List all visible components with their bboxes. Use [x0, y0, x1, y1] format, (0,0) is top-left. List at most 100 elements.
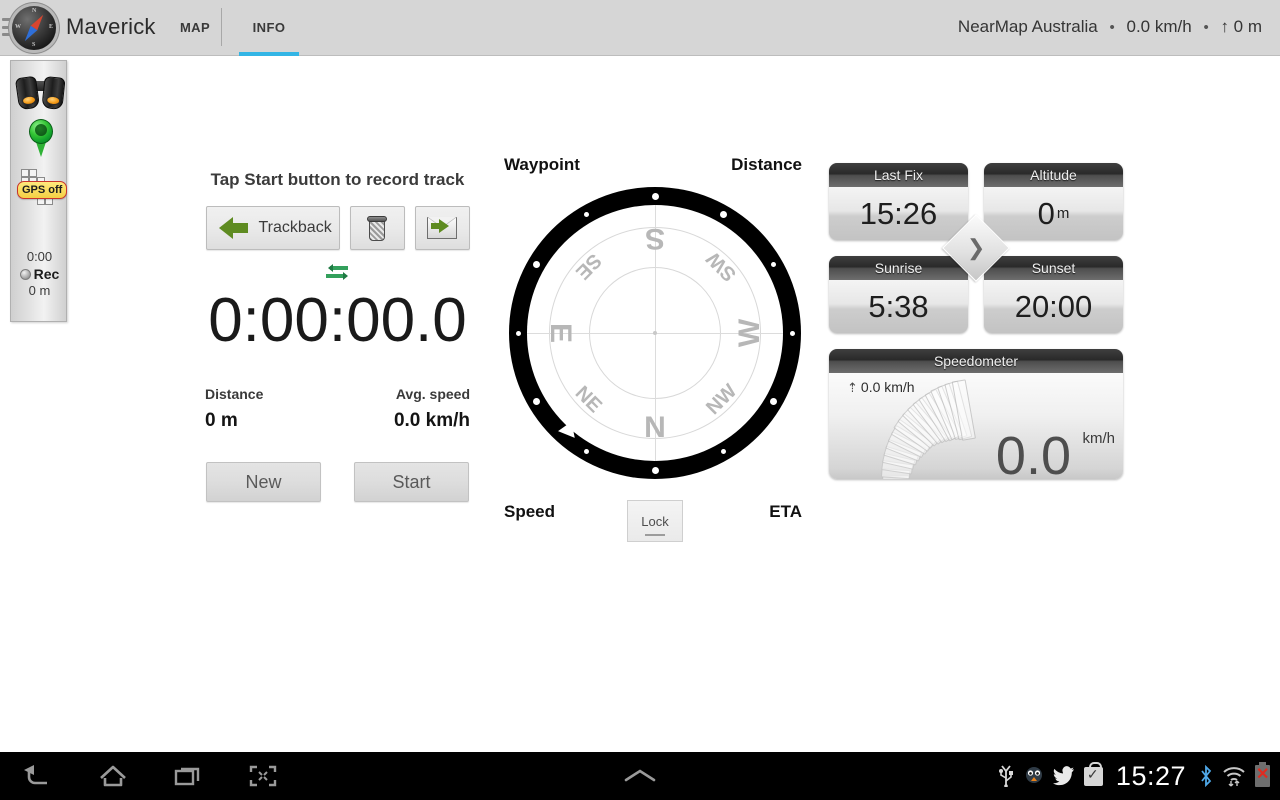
compass-bezel-pip [771, 262, 777, 267]
track-stats-row: Distance 0 m Avg. speed 0.0 km/h [195, 386, 480, 432]
compass-bezel-pip [584, 211, 589, 217]
track-action-row: New Start [195, 462, 480, 502]
play-store-check-icon[interactable]: ✓ [1083, 761, 1103, 786]
track-avgspeed-label: Avg. speed [395, 386, 470, 402]
lock-underline [645, 534, 665, 536]
left-tool-panel: GPS off 0:00 Rec 0 m [10, 60, 68, 322]
tab-bar: MAP INFO [165, 0, 299, 56]
app-title: Maverick [66, 14, 156, 39]
tab-info[interactable]: INFO [239, 0, 299, 56]
trash-icon [367, 215, 387, 241]
system-navigation-bar: ✓ 15:27 ✕ [0, 752, 1280, 800]
gps-status-badge[interactable]: GPS off [17, 181, 68, 199]
max-speed-arrow-icon: ⇡ [847, 380, 858, 395]
card-last-fix-value: 15:26 [829, 187, 968, 240]
max-speed-value: 0.0 km/h [860, 379, 915, 395]
tab-separator [221, 8, 222, 46]
system-status-icons: ✓ 15:27 ✕ [997, 752, 1270, 800]
track-avgspeed-stat: Avg. speed 0.0 km/h [394, 386, 470, 432]
tab-map-label: MAP [179, 20, 211, 35]
binoculars-icon[interactable] [14, 75, 67, 111]
track-hint-text: Tap Start button to record track [210, 170, 465, 189]
speedometer-title: Speedometer [829, 349, 1123, 373]
map-pin-icon[interactable] [29, 119, 53, 157]
topbar-altitude: ↑ 0 m [1220, 17, 1262, 36]
topbar-speed: 0.0 km/h [1126, 17, 1192, 36]
compass-waypoint-label: Waypoint [504, 155, 580, 174]
card-sunset[interactable]: Sunset 20:00 [984, 256, 1123, 333]
send-mail-icon [427, 217, 457, 239]
trackback-button[interactable]: Trackback [205, 206, 340, 250]
compass-bezel-pip [532, 398, 540, 405]
start-track-button[interactable]: Start [354, 462, 469, 502]
compass-bezel-pip [721, 449, 726, 455]
delete-track-button[interactable] [349, 206, 405, 250]
recent-apps-icon[interactable] [150, 752, 225, 800]
speedometer-gauge: ⇡ 0.0 km/h 0.0 km/h [829, 373, 1123, 479]
compass-speed-label: Speed [504, 502, 556, 521]
share-track-button[interactable] [414, 206, 470, 250]
topbar-status: NearMap Australia • 0.0 km/h • ↑ 0 m [958, 17, 1262, 37]
compass-center-dot [653, 331, 657, 335]
compass-bezel-pip [720, 210, 727, 218]
compass-icon[interactable]: N S W E [12, 6, 56, 50]
track-avgspeed-value: 0.0 km/h [393, 410, 470, 431]
chevron-up-icon[interactable] [618, 764, 662, 788]
speedometer-card[interactable]: Speedometer ⇡ 0.0 km/h 0.0 km/h [829, 349, 1123, 479]
bird-notification-icon[interactable] [1024, 765, 1044, 787]
status-separator-1: • [1109, 19, 1115, 36]
compass-dial[interactable]: N NE E SE S SW W NW [509, 187, 801, 479]
panel-rec-label: Rec [33, 266, 60, 282]
top-action-bar: N S W E Maverick MAP INFO NearMap Austra… [0, 0, 1280, 56]
card-sunrise-number: 5:38 [868, 288, 929, 324]
home-icon[interactable] [75, 752, 150, 800]
swap-arrows-icon[interactable] [325, 264, 350, 280]
info-card-grid: Last Fix 15:26 Altitude 0m Sunrise 5:38 … [829, 163, 1123, 333]
panel-elapsed-time: 0:00 [26, 249, 53, 264]
card-last-fix[interactable]: Last Fix 15:26 [829, 163, 968, 240]
track-distance-stat: Distance 0 m [205, 386, 263, 432]
lock-button[interactable]: Lock [627, 500, 683, 542]
card-altitude-value: 0m [984, 187, 1123, 240]
speedometer-unit: km/h [1082, 430, 1115, 447]
compass-panel: Waypoint Distance Speed ETA N NE E SE S SW W NW… [500, 150, 810, 542]
usb-icon[interactable] [997, 765, 1015, 787]
card-altitude[interactable]: Altitude 0m [984, 163, 1123, 240]
map-source-label: NearMap Australia [957, 17, 1098, 36]
compass-bezel-pip [789, 330, 795, 336]
compass-eta-label: ETA [769, 502, 802, 521]
screenshot-icon[interactable] [225, 752, 300, 800]
app-screen: N S W E Maverick MAP INFO NearMap Austra… [0, 0, 1280, 800]
compass-cardinal-w: W [733, 318, 766, 348]
track-timer: 0:00:00.0 [208, 286, 467, 355]
twitter-icon[interactable] [1052, 766, 1075, 786]
compass-cardinal-n: N [644, 411, 666, 444]
bluetooth-icon[interactable] [1199, 765, 1213, 787]
new-track-button[interactable]: New [206, 462, 321, 502]
compass-bezel-pip [651, 466, 659, 474]
wifi-icon[interactable] [1222, 765, 1246, 787]
card-last-fix-number: 15:26 [859, 195, 938, 231]
system-clock: 15:27 [1115, 760, 1186, 791]
card-sunrise[interactable]: Sunrise 5:38 [829, 256, 968, 333]
tab-info-label: INFO [252, 20, 286, 35]
card-sunset-value: 20:00 [984, 280, 1123, 333]
track-recorder-panel: Tap Start button to record track Trackba… [195, 170, 480, 502]
lock-button-label: Lock [641, 513, 669, 529]
compass-bezel-pip [532, 261, 540, 268]
compass-bezel-pip [515, 330, 521, 336]
back-icon[interactable] [0, 752, 75, 800]
rec-led-icon [19, 269, 31, 280]
card-sunset-title: Sunset [984, 256, 1123, 280]
status-separator-2: • [1203, 19, 1209, 36]
card-sunrise-title: Sunrise [829, 256, 968, 280]
trackback-label: Trackback [258, 219, 332, 236]
tab-map[interactable]: MAP [165, 0, 225, 56]
speedometer-max-speed: ⇡ 0.0 km/h [847, 379, 915, 396]
card-sunset-number: 20:00 [1014, 288, 1093, 324]
compass-bezel-pip [770, 398, 778, 405]
info-dashboard: Last Fix 15:26 Altitude 0m Sunrise 5:38 … [829, 163, 1123, 479]
battery-error-icon[interactable]: ✕ [1255, 762, 1270, 787]
compass-cardinal-s: S [644, 222, 666, 255]
card-altitude-title: Altitude [984, 163, 1123, 187]
